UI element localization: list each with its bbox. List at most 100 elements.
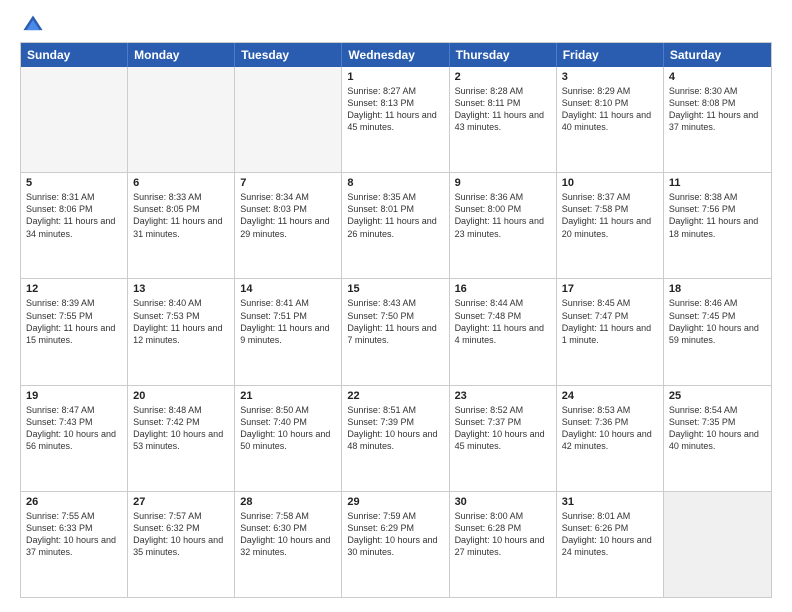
calendar-row: 12 Sunrise: 8:39 AM Sunset: 7:55 PM Dayli…: [21, 278, 771, 384]
calendar-cell: 27Sunrise: 7:57 AM Sunset: 6:32 PM Dayli…: [128, 492, 235, 597]
day-number: 14: [240, 283, 336, 295]
cell-daylight-info: Sunrise: 8:31 AM Sunset: 8:06 PM Dayligh…: [26, 191, 122, 240]
day-number: 17: [562, 283, 658, 295]
cell-daylight-info: Sunrise: 7:58 AM Sunset: 6:30 PM Dayligh…: [240, 510, 336, 559]
calendar-cell: [21, 67, 128, 172]
day-number: 27: [133, 496, 229, 508]
day-number: 16: [455, 283, 551, 295]
header: [20, 18, 772, 32]
cell-daylight-info: Sunrise: 8:46 AM Sunset: 7:45 PM Dayligh…: [669, 297, 766, 346]
cell-daylight-info: Sunrise: 8:33 AM Sunset: 8:05 PM Dayligh…: [133, 191, 229, 240]
calendar-cell: 31 Sunrise: 8:01 AM Sunset: 6:26 PM Dayli…: [557, 492, 664, 597]
cell-daylight-info: Sunrise: 8:40 AM Sunset: 7:53 PM Dayligh…: [133, 297, 229, 346]
calendar-cell: 25 Sunrise: 8:54 AM Sunset: 7:35 PM Dayli…: [664, 386, 771, 491]
calendar-cell: 20 Sunrise: 8:48 AM Sunset: 7:42 PM Dayli…: [128, 386, 235, 491]
cell-daylight-info: Sunrise: 8:00 AM Sunset: 6:28 PM Dayligh…: [455, 510, 551, 559]
cell-daylight-info: Sunrise: 8:53 AM Sunset: 7:36 PM Dayligh…: [562, 404, 658, 453]
calendar-cell: 24 Sunrise: 8:53 AM Sunset: 7:36 PM Dayli…: [557, 386, 664, 491]
calendar-cell: 2Sunrise: 8:28 AM Sunset: 8:11 PM Daylig…: [450, 67, 557, 172]
day-number: 15: [347, 283, 443, 295]
calendar-body: 1 Sunrise: 8:27 AM Sunset: 8:13 PM Daylig…: [21, 67, 771, 597]
cell-daylight-info: Sunrise: 8:45 AM Sunset: 7:47 PM Dayligh…: [562, 297, 658, 346]
calendar-cell: [664, 492, 771, 597]
day-number: 12: [26, 283, 122, 295]
day-number: 21: [240, 390, 336, 402]
calendar-cell: 11 Sunrise: 8:38 AM Sunset: 7:56 PM Dayli…: [664, 173, 771, 278]
weekday-header: Saturday: [664, 43, 771, 67]
calendar-cell: 17 Sunrise: 8:45 AM Sunset: 7:47 PM Dayli…: [557, 279, 664, 384]
calendar-cell: 14Sunrise: 8:41 AM Sunset: 7:51 PM Dayli…: [235, 279, 342, 384]
day-number: 31: [562, 496, 658, 508]
calendar-cell: 3Sunrise: 8:29 AM Sunset: 8:10 PM Daylig…: [557, 67, 664, 172]
calendar: SundayMondayTuesdayWednesdayThursdayFrid…: [20, 42, 772, 598]
calendar-cell: 6 Sunrise: 8:33 AM Sunset: 8:05 PM Daylig…: [128, 173, 235, 278]
calendar-cell: 29 Sunrise: 7:59 AM Sunset: 6:29 PM Dayli…: [342, 492, 449, 597]
calendar-cell: 26 Sunrise: 7:55 AM Sunset: 6:33 PM Dayli…: [21, 492, 128, 597]
cell-daylight-info: Sunrise: 8:36 AM Sunset: 8:00 PM Dayligh…: [455, 191, 551, 240]
calendar-cell: 1 Sunrise: 8:27 AM Sunset: 8:13 PM Daylig…: [342, 67, 449, 172]
calendar-cell: 4 Sunrise: 8:30 AM Sunset: 8:08 PM Daylig…: [664, 67, 771, 172]
calendar-row: 5Sunrise: 8:31 AM Sunset: 8:06 PM Daylig…: [21, 172, 771, 278]
cell-daylight-info: Sunrise: 7:59 AM Sunset: 6:29 PM Dayligh…: [347, 510, 443, 559]
day-number: 30: [455, 496, 551, 508]
day-number: 25: [669, 390, 766, 402]
cell-daylight-info: Sunrise: 8:28 AM Sunset: 8:11 PM Dayligh…: [455, 85, 551, 134]
cell-daylight-info: Sunrise: 8:48 AM Sunset: 7:42 PM Dayligh…: [133, 404, 229, 453]
calendar-cell: 7 Sunrise: 8:34 AM Sunset: 8:03 PM Daylig…: [235, 173, 342, 278]
calendar-cell: 22Sunrise: 8:51 AM Sunset: 7:39 PM Dayli…: [342, 386, 449, 491]
day-number: 18: [669, 283, 766, 295]
cell-daylight-info: Sunrise: 8:38 AM Sunset: 7:56 PM Dayligh…: [669, 191, 766, 240]
calendar-cell: [128, 67, 235, 172]
weekday-header: Friday: [557, 43, 664, 67]
page: SundayMondayTuesdayWednesdayThursdayFrid…: [0, 0, 792, 612]
cell-daylight-info: Sunrise: 8:54 AM Sunset: 7:35 PM Dayligh…: [669, 404, 766, 453]
calendar-row: 26 Sunrise: 7:55 AM Sunset: 6:33 PM Dayli…: [21, 491, 771, 597]
calendar-row: 19 Sunrise: 8:47 AM Sunset: 7:43 PM Dayli…: [21, 385, 771, 491]
day-number: 28: [240, 496, 336, 508]
cell-daylight-info: Sunrise: 8:27 AM Sunset: 8:13 PM Dayligh…: [347, 85, 443, 134]
day-number: 29: [347, 496, 443, 508]
day-number: 7: [240, 177, 336, 189]
day-number: 22: [347, 390, 443, 402]
logo: [20, 18, 44, 32]
cell-daylight-info: Sunrise: 8:47 AM Sunset: 7:43 PM Dayligh…: [26, 404, 122, 453]
day-number: 4: [669, 71, 766, 83]
cell-daylight-info: Sunrise: 8:01 AM Sunset: 6:26 PM Dayligh…: [562, 510, 658, 559]
calendar-cell: 9Sunrise: 8:36 AM Sunset: 8:00 PM Daylig…: [450, 173, 557, 278]
weekday-header: Sunday: [21, 43, 128, 67]
calendar-cell: 16 Sunrise: 8:44 AM Sunset: 7:48 PM Dayli…: [450, 279, 557, 384]
cell-daylight-info: Sunrise: 8:52 AM Sunset: 7:37 PM Dayligh…: [455, 404, 551, 453]
cell-daylight-info: Sunrise: 8:37 AM Sunset: 7:58 PM Dayligh…: [562, 191, 658, 240]
cell-daylight-info: Sunrise: 7:55 AM Sunset: 6:33 PM Dayligh…: [26, 510, 122, 559]
day-number: 26: [26, 496, 122, 508]
day-number: 20: [133, 390, 229, 402]
calendar-cell: 30 Sunrise: 8:00 AM Sunset: 6:28 PM Dayli…: [450, 492, 557, 597]
day-number: 8: [347, 177, 443, 189]
day-number: 10: [562, 177, 658, 189]
day-number: 19: [26, 390, 122, 402]
calendar-cell: 8 Sunrise: 8:35 AM Sunset: 8:01 PM Daylig…: [342, 173, 449, 278]
calendar-cell: 19 Sunrise: 8:47 AM Sunset: 7:43 PM Dayli…: [21, 386, 128, 491]
weekday-header: Tuesday: [235, 43, 342, 67]
calendar-cell: 12 Sunrise: 8:39 AM Sunset: 7:55 PM Dayli…: [21, 279, 128, 384]
calendar-cell: [235, 67, 342, 172]
weekday-header: Wednesday: [342, 43, 449, 67]
calendar-cell: 23Sunrise: 8:52 AM Sunset: 7:37 PM Dayli…: [450, 386, 557, 491]
day-number: 24: [562, 390, 658, 402]
cell-daylight-info: Sunrise: 8:30 AM Sunset: 8:08 PM Dayligh…: [669, 85, 766, 134]
cell-daylight-info: Sunrise: 8:39 AM Sunset: 7:55 PM Dayligh…: [26, 297, 122, 346]
weekday-header: Thursday: [450, 43, 557, 67]
calendar-cell: 13Sunrise: 8:40 AM Sunset: 7:53 PM Dayli…: [128, 279, 235, 384]
day-number: 6: [133, 177, 229, 189]
day-number: 11: [669, 177, 766, 189]
calendar-cell: 10 Sunrise: 8:37 AM Sunset: 7:58 PM Dayli…: [557, 173, 664, 278]
day-number: 3: [562, 71, 658, 83]
weekday-header: Monday: [128, 43, 235, 67]
cell-daylight-info: Sunrise: 8:43 AM Sunset: 7:50 PM Dayligh…: [347, 297, 443, 346]
cell-daylight-info: Sunrise: 8:35 AM Sunset: 8:01 PM Dayligh…: [347, 191, 443, 240]
cell-daylight-info: Sunrise: 8:44 AM Sunset: 7:48 PM Dayligh…: [455, 297, 551, 346]
day-number: 1: [347, 71, 443, 83]
cell-daylight-info: Sunrise: 8:34 AM Sunset: 8:03 PM Dayligh…: [240, 191, 336, 240]
logo-icon: [22, 14, 44, 36]
calendar-cell: 18 Sunrise: 8:46 AM Sunset: 7:45 PM Dayli…: [664, 279, 771, 384]
